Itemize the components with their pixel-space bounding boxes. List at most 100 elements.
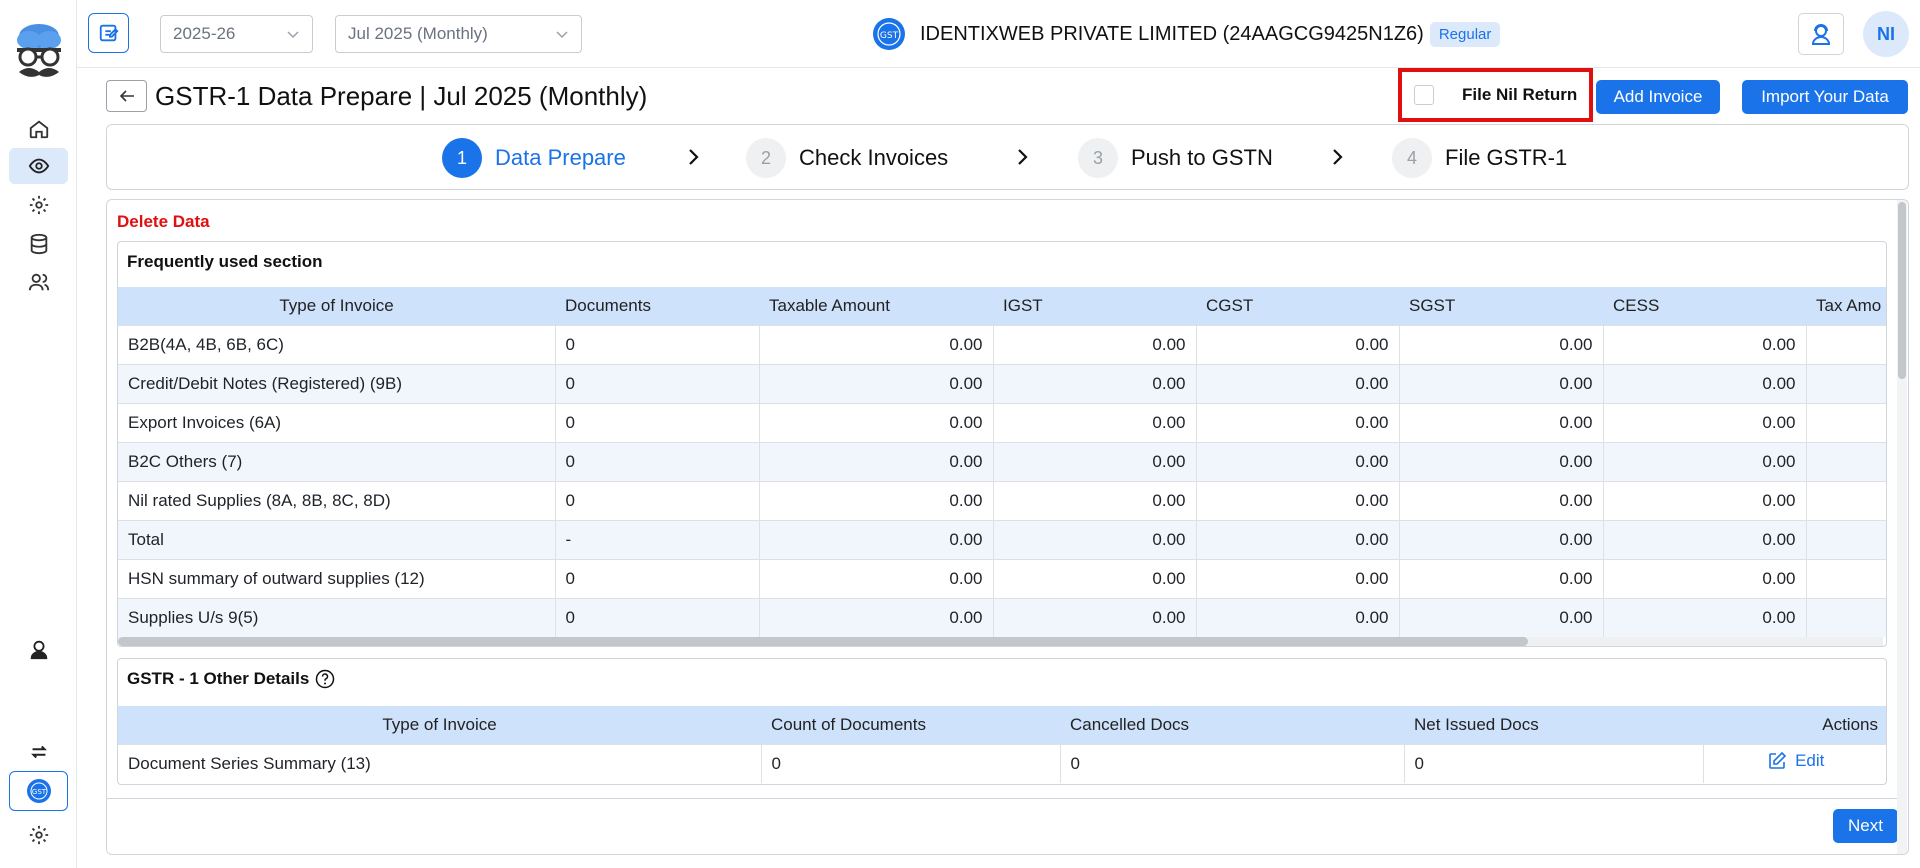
table-cell: 0.00 (1196, 558, 1400, 598)
file-nil-return-toggle[interactable]: File Nil Return (1398, 68, 1593, 122)
table-cell: 0 (1060, 743, 1405, 783)
financial-year-value: 2025-26 (173, 24, 236, 43)
table-cell: 0.00 (759, 519, 994, 559)
arrow-left-icon (119, 90, 134, 102)
chevron-right-icon (1333, 149, 1343, 165)
progress-stepper: 1 Data Prepare 2 Check Invoices 3 Push t… (106, 124, 1909, 190)
step-label: Check Invoices (799, 145, 949, 170)
table-row: Document Series Summary (13) 0 0 0 Edit (118, 743, 1886, 783)
table-cell: 0.00 (1196, 324, 1400, 364)
frequent-table-header: Type of Invoice Documents Taxable Amount… (118, 287, 1886, 325)
app-logo-icon[interactable] (13, 22, 65, 86)
step-check-invoices[interactable]: 2 Check Invoices (746, 138, 948, 178)
support-icon[interactable] (1798, 13, 1844, 55)
table-cell: 0.00 (1399, 519, 1604, 559)
next-button[interactable]: Next (1833, 809, 1898, 843)
table-cell: 0.00 (1196, 402, 1400, 442)
step-label: Data Prepare (495, 145, 626, 170)
horizontal-scrollbar[interactable] (118, 637, 1883, 646)
table-cell: 0.00 (1603, 324, 1807, 364)
table-row: B2B(4A, 4B, 6B, 6C) 0 0.00 0.00 0.00 0.00 0.00 (118, 324, 1886, 364)
table-cell: B2B(4A, 4B, 6B, 6C) (118, 324, 556, 364)
vertical-scrollbar[interactable] (1897, 200, 1907, 854)
table-cell: 0.00 (1399, 558, 1604, 598)
table-cell: Nil rated Supplies (8A, 8B, 8C, 8D) (118, 480, 556, 520)
column-header: Tax Amo (1806, 287, 1886, 325)
other-details-title: GSTR - 1 Other Details (127, 669, 310, 688)
company-type-badge: Regular (1429, 21, 1501, 47)
import-data-button[interactable]: Import Your Data (1742, 80, 1908, 114)
table-cell (1806, 480, 1886, 520)
back-button[interactable] (106, 80, 147, 112)
eye-icon[interactable] (9, 148, 68, 184)
settings-bottom-icon[interactable] (9, 817, 68, 853)
column-header: CGST (1196, 287, 1399, 325)
edit-note-icon[interactable] (88, 13, 129, 53)
step-file-gstr1[interactable]: 4 File GSTR-1 (1392, 138, 1567, 178)
help-circle-icon[interactable] (315, 669, 335, 689)
settings-icon[interactable] (9, 187, 68, 223)
table-row: Credit/Debit Notes (Registered) (9B) 0 0.0… (118, 363, 1886, 403)
table-cell (1806, 324, 1886, 364)
table-cell: HSN summary of outward supplies (12) (118, 558, 556, 598)
gst-portal-icon[interactable]: GST (9, 771, 68, 811)
table-cell: 0.00 (1399, 441, 1604, 481)
actions-cell: Edit (1703, 743, 1886, 783)
table-cell: 0.00 (1196, 363, 1400, 403)
step-data-prepare[interactable]: 1 Data Prepare (442, 138, 626, 178)
table-cell: 0.00 (1603, 363, 1807, 403)
column-header: Cancelled Docs (1060, 706, 1404, 744)
svg-text:GST: GST (880, 31, 899, 41)
column-header: CESS (1603, 287, 1806, 325)
add-invoice-button[interactable]: Add Invoice (1596, 80, 1720, 114)
top-bar: 2025-26 Jul 2025 (Monthly) GST IDENTIXWE… (77, 0, 1920, 68)
svg-text:GST: GST (31, 788, 46, 796)
edit-icon (1769, 752, 1787, 770)
table-cell (1806, 363, 1886, 403)
users-icon[interactable] (9, 264, 68, 300)
frequent-table: Type of Invoice Documents Taxable Amount… (118, 287, 1886, 637)
edit-button[interactable]: Edit (1767, 751, 1824, 771)
table-cell: 0.00 (1196, 441, 1400, 481)
table-cell: 0.00 (1399, 597, 1604, 637)
main-panel: Delete Data Frequently used section Type… (106, 199, 1909, 855)
table-cell: 0.00 (759, 324, 994, 364)
table-cell: 0 (555, 441, 760, 481)
chevron-right-icon (689, 149, 699, 165)
column-header: Taxable Amount (759, 287, 993, 325)
column-header: Count of Documents (761, 706, 1060, 744)
period-select[interactable]: Jul 2025 (Monthly) (335, 15, 582, 53)
table-cell (1806, 402, 1886, 442)
financial-year-select[interactable]: 2025-26 (160, 15, 313, 53)
table-row: HSN summary of outward supplies (12) 0 0.0… (118, 558, 1886, 598)
column-header: Documents (555, 287, 759, 325)
horizontal-scrollbar-thumb[interactable] (118, 637, 1528, 646)
step-push-to-gstn[interactable]: 3 Push to GSTN (1078, 138, 1273, 178)
table-cell: 0 (1404, 743, 1704, 783)
page-title: GSTR-1 Data Prepare | Jul 2025 (Monthly) (155, 81, 648, 111)
table-cell: 0.00 (993, 402, 1197, 442)
table-cell: 0.00 (993, 558, 1197, 598)
file-nil-return-checkbox[interactable] (1414, 85, 1434, 105)
table-cell: Export Invoices (6A) (118, 402, 556, 442)
database-icon[interactable] (9, 226, 68, 262)
other-table-header: Type of Invoice Count of Documents Cance… (118, 706, 1886, 744)
table-cell: 0.00 (1399, 324, 1604, 364)
table-cell: 0.00 (759, 480, 994, 520)
table-cell (1806, 519, 1886, 559)
table-cell: 0.00 (1196, 597, 1400, 637)
home-icon[interactable] (9, 111, 68, 147)
sync-icon[interactable] (9, 734, 68, 770)
user-avatar[interactable]: NI (1863, 11, 1909, 57)
support-agent-icon[interactable] (9, 631, 68, 667)
delete-data-link[interactable]: Delete Data (117, 212, 210, 232)
vertical-scrollbar-thumb[interactable] (1898, 202, 1906, 379)
step-number: 4 (1392, 138, 1432, 178)
table-row: Export Invoices (6A) 0 0.00 0.00 0.00 0.00 0.0… (118, 402, 1886, 442)
table-cell: 0 (555, 324, 760, 364)
company-name: IDENTIXWEB PRIVATE LIMITED (24AAGCG9425N… (920, 22, 1424, 45)
table-cell: 0 (555, 363, 760, 403)
table-cell: 0.00 (993, 363, 1197, 403)
table-cell: 0 (555, 402, 760, 442)
other-details-title-row: GSTR - 1 Other Details (127, 669, 335, 689)
